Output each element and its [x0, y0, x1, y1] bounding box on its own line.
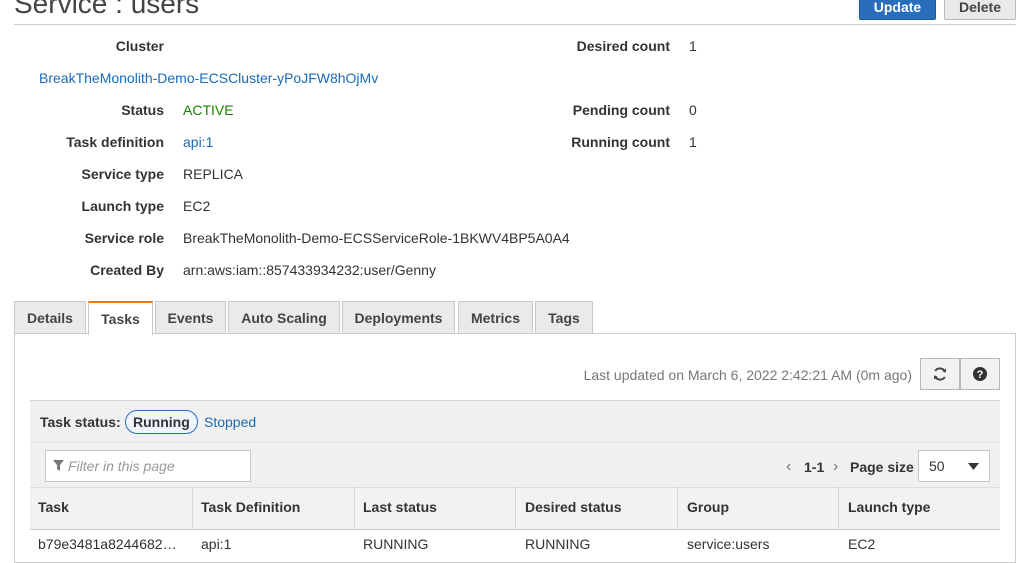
- status-label: Status: [121, 102, 164, 118]
- column-divider: [192, 487, 193, 528]
- tab-details[interactable]: Details: [14, 301, 86, 333]
- launch-type-value: EC2: [183, 198, 211, 214]
- tab-events[interactable]: Events: [155, 301, 226, 333]
- status-filter-stopped[interactable]: Stopped: [204, 414, 256, 430]
- chevron-right-icon[interactable]: ›: [833, 458, 838, 476]
- service-type-value: REPLICA: [183, 166, 243, 182]
- column-header-last-status[interactable]: Last status: [363, 487, 437, 528]
- desired-count-label: Desired count: [576, 38, 670, 54]
- help-button[interactable]: ?: [960, 358, 1000, 390]
- help-icon: ?: [973, 367, 987, 381]
- update-button[interactable]: Update: [859, 0, 936, 20]
- task-definition-label: Task definition: [66, 134, 164, 150]
- service-role-value: BreakTheMonolith-Demo-ECSServiceRole-1BK…: [183, 230, 570, 246]
- status-value: ACTIVE: [183, 102, 234, 118]
- column-header-task[interactable]: Task: [38, 487, 69, 528]
- title-divider: [14, 24, 1016, 25]
- tab-auto-scaling[interactable]: Auto Scaling: [228, 301, 340, 333]
- launch-type-label: Launch type: [81, 198, 164, 214]
- last-updated-text: Last updated on March 6, 2022 2:42:21 AM…: [583, 367, 912, 383]
- cluster-label: Cluster: [115, 38, 164, 54]
- created-by-value: arn:aws:iam::857433934232:user/Genny: [183, 262, 436, 278]
- cluster-link[interactable]: BreakTheMonolith-Demo-ECSCluster-yPoJFW8…: [39, 70, 378, 86]
- tab-deployments[interactable]: Deployments: [342, 301, 455, 333]
- column-divider: [515, 487, 516, 528]
- running-count-label: Running count: [571, 134, 670, 150]
- tab-metrics[interactable]: Metrics: [458, 301, 533, 333]
- service-role-label: Service role: [84, 230, 164, 246]
- page-size-value: 50: [929, 458, 945, 474]
- svg-text:?: ?: [977, 369, 984, 381]
- status-filter-running[interactable]: Running: [125, 410, 198, 434]
- task-status-label: Task status:: [40, 414, 121, 430]
- chevron-left-icon[interactable]: ‹: [786, 458, 791, 476]
- caret-down-icon: [968, 463, 979, 470]
- delete-button[interactable]: Delete: [944, 0, 1016, 20]
- pending-count-value: 0: [689, 102, 697, 118]
- column-header-group[interactable]: Group: [687, 487, 729, 528]
- refresh-button[interactable]: [920, 358, 960, 390]
- page-size-select[interactable]: 50: [918, 450, 990, 482]
- column-header-launch-type[interactable]: Launch type: [848, 487, 930, 528]
- column-divider: [677, 487, 678, 528]
- tab-tasks[interactable]: Tasks: [88, 301, 153, 335]
- filter-icon: [53, 460, 64, 471]
- pending-count-label: Pending count: [572, 102, 670, 118]
- tab-tags[interactable]: Tags: [535, 301, 593, 333]
- desired-count-value: 1: [689, 38, 697, 54]
- page-size-label: Page size: [850, 459, 914, 475]
- filter-input[interactable]: Filter in this page: [45, 450, 251, 482]
- column-header-desired-status[interactable]: Desired status: [525, 487, 621, 528]
- column-divider: [838, 487, 839, 528]
- page-title: Service : users: [14, 0, 200, 19]
- running-count-value: 1: [689, 134, 697, 150]
- pagination-range: 1-1: [804, 459, 825, 475]
- column-divider: [354, 487, 355, 528]
- created-by-label: Created By: [90, 262, 164, 278]
- column-header-task-definition[interactable]: Task Definition: [201, 487, 300, 528]
- task-definition-link[interactable]: api:1: [183, 134, 213, 150]
- service-type-label: Service type: [81, 166, 165, 182]
- refresh-icon: [934, 367, 946, 381]
